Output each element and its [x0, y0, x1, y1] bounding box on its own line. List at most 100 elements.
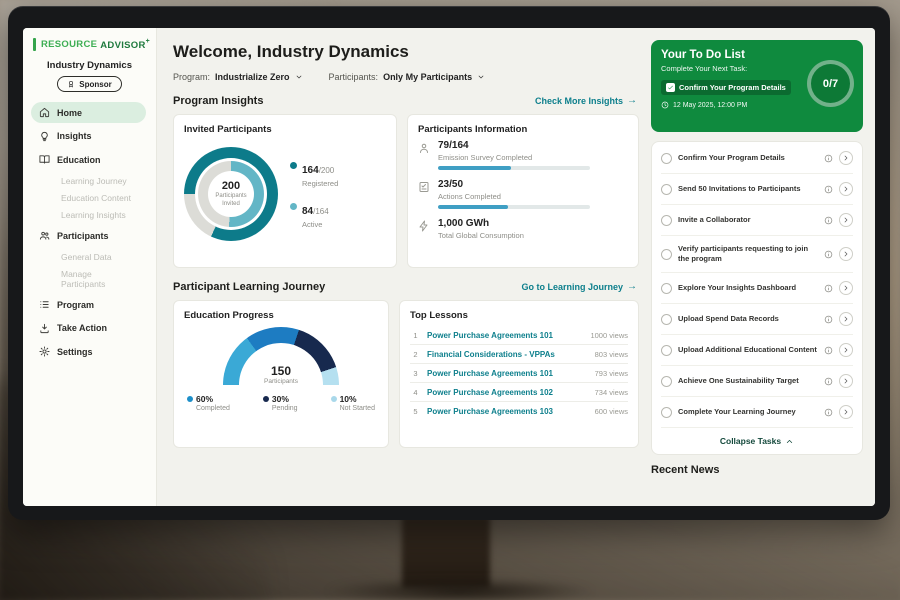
chevron-right-icon[interactable] — [839, 151, 853, 165]
task-checkbox[interactable] — [661, 215, 672, 226]
task-checkbox[interactable] — [661, 314, 672, 325]
lesson-row: 4 Power Purchase Agreements 102 734 view… — [410, 383, 628, 402]
lesson-row: 1 Power Purchase Agreements 101 1000 vie… — [410, 326, 628, 345]
task-checkbox[interactable] — [661, 283, 672, 294]
lesson-link[interactable]: Power Purchase Agreements 102 — [427, 388, 589, 397]
info-icon[interactable] — [824, 284, 833, 293]
lesson-link[interactable]: Power Purchase Agreements 101 — [427, 369, 589, 378]
info-label: Actions Completed — [438, 192, 590, 201]
sidebar-item[interactable]: Program — [31, 294, 146, 315]
sidebar-item[interactable]: Manage Participants — [31, 266, 146, 292]
info-icon[interactable] — [824, 250, 833, 259]
card-title: Education Progress — [184, 310, 378, 321]
due-date-text: 12 May 2025, 12:00 PM — [673, 102, 747, 109]
task-row[interactable]: Achieve One Sustainability Target — [661, 366, 853, 397]
filter-program[interactable]: Program: Industrialize Zero — [173, 72, 303, 82]
chevron-right-icon[interactable] — [839, 182, 853, 196]
legend-item: 164/200 Registered — [290, 160, 338, 188]
sponsor-badge[interactable]: Sponsor — [57, 76, 121, 92]
info-icon[interactable] — [824, 408, 833, 417]
lesson-link[interactable]: Financial Considerations - VPPAs — [427, 350, 589, 359]
card-title: Participants Information — [418, 124, 628, 135]
legend-item: 84/164 Active — [290, 201, 338, 229]
task-label: Send 50 Invitations to Participants — [678, 184, 818, 194]
section-title-program-insights: Program Insights — [173, 95, 263, 107]
next-task-chip[interactable]: Confirm Your Program Details — [661, 80, 791, 95]
lesson-link[interactable]: Power Purchase Agreements 101 — [427, 331, 584, 340]
info-icon[interactable] — [824, 346, 833, 355]
lessons-list: 1 Power Purchase Agreements 101 1000 vie… — [410, 326, 628, 420]
chevron-right-icon[interactable] — [839, 405, 853, 419]
task-row[interactable]: Confirm Your Program Details — [661, 143, 853, 174]
chevron-down-icon — [477, 73, 485, 81]
task-checkbox[interactable] — [661, 407, 672, 418]
go-to-learning-journey-link[interactable]: Go to Learning Journey → — [521, 282, 637, 292]
info-icon[interactable] — [824, 315, 833, 324]
clock-icon — [661, 101, 669, 109]
task-row[interactable]: Upload Spend Data Records — [661, 304, 853, 335]
sidebar-item[interactable]: General Data — [31, 249, 146, 265]
info-icon[interactable] — [824, 154, 833, 163]
chevron-right-icon[interactable] — [839, 247, 853, 261]
task-checkbox[interactable] — [661, 376, 672, 387]
info-icon[interactable] — [824, 216, 833, 225]
app-logo: RESOURCEADVISOR+ — [23, 28, 156, 57]
info-icon[interactable] — [824, 377, 833, 386]
collapse-tasks-button[interactable]: Collapse Tasks — [661, 428, 853, 452]
task-checkbox[interactable] — [661, 345, 672, 356]
chevron-right-icon[interactable] — [839, 213, 853, 227]
task-row[interactable]: Upload Additional Educational Content — [661, 335, 853, 366]
task-checkbox[interactable] — [661, 184, 672, 195]
program-insights-section-header: Program Insights Check More Insights → — [173, 95, 637, 107]
legend-dot — [290, 162, 297, 169]
task-row[interactable]: Invite a Collaborator — [661, 205, 853, 236]
task-row[interactable]: Complete Your Learning Journey — [661, 397, 853, 428]
info-row-icon — [418, 181, 430, 193]
filter-participants[interactable]: Participants: Only My Participants — [329, 72, 486, 82]
sidebar-item[interactable]: Learning Journey — [31, 173, 146, 189]
photo-background: RESOURCEADVISOR+ Industry Dynamics Spons… — [0, 0, 900, 600]
lesson-link[interactable]: Power Purchase Agreements 103 — [427, 407, 589, 416]
nav-icon — [39, 299, 50, 310]
filter-participants-label: Participants: — [329, 72, 379, 82]
info-row-icon — [418, 220, 430, 232]
todo-panel: Your To Do List Complete Your Next Task:… — [651, 40, 863, 506]
task-label: Verify participants requesting to join t… — [678, 244, 818, 264]
legend-text: 84/164 Active — [302, 201, 329, 229]
chevron-right-icon[interactable] — [839, 312, 853, 326]
chevron-right-icon[interactable] — [839, 343, 853, 357]
sidebar-item[interactable]: Education Content — [31, 190, 146, 206]
chevron-right-icon[interactable] — [839, 281, 853, 295]
check-more-insights-link[interactable]: Check More Insights → — [535, 96, 637, 106]
sidebar-item[interactable]: Education — [31, 149, 146, 170]
education-progress-card: Education Progress 150 Participants — [173, 300, 389, 448]
gauge-center-value: 150 — [271, 365, 291, 377]
legend-item: 30% Pending — [263, 394, 298, 412]
legend-item: 60% Completed — [187, 394, 230, 412]
info-icon[interactable] — [824, 185, 833, 194]
sidebar-item[interactable]: Participants — [31, 225, 146, 246]
nav-icon — [39, 131, 50, 142]
arrow-right-icon: → — [627, 282, 637, 292]
info-row-body: 1,000 GWh Total Global Consumption — [438, 218, 524, 244]
info-label: Emission Survey Completed — [438, 153, 590, 162]
next-task-label: Confirm Your Program Details — [679, 83, 786, 92]
task-row[interactable]: Explore Your Insights Dashboard — [661, 273, 853, 304]
tasks: Confirm Your Program Details Send 50 Inv… — [661, 143, 853, 428]
chevron-right-icon[interactable] — [839, 374, 853, 388]
sidebar-item[interactable]: Home — [31, 102, 146, 123]
sidebar-item[interactable]: Learning Insights — [31, 207, 146, 223]
legend-denominator: /200 — [319, 166, 335, 175]
task-checkbox[interactable] — [661, 249, 672, 260]
info-row: 1,000 GWh Total Global Consumption — [418, 218, 628, 244]
filter-bar: Program: Industrialize Zero Participants… — [173, 72, 639, 82]
monitor-stand-base — [325, 578, 595, 600]
task-row[interactable]: Send 50 Invitations to Participants — [661, 174, 853, 205]
task-label: Explore Your Insights Dashboard — [678, 283, 818, 293]
task-checkbox[interactable] — [661, 153, 672, 164]
sidebar-item[interactable]: Take Action — [31, 318, 146, 339]
lesson-row: 5 Power Purchase Agreements 103 600 view… — [410, 402, 628, 420]
task-row[interactable]: Verify participants requesting to join t… — [661, 236, 853, 273]
sidebar-item[interactable]: Insights — [31, 126, 146, 147]
sidebar-item[interactable]: Settings — [31, 341, 146, 362]
